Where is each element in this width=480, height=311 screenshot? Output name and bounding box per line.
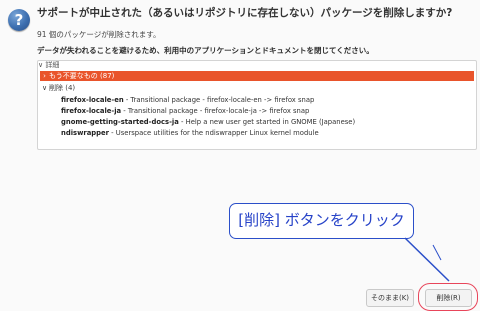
group-no-longer-needed[interactable]: › もう不要なもの (87) xyxy=(40,71,474,81)
package-name: firefox-locale-ja xyxy=(61,107,122,115)
group-remove[interactable]: ∨ 削除 (4) xyxy=(40,83,474,93)
package-description: - Userspace utilities for the ndiswrappe… xyxy=(109,129,319,137)
package-name: gnome-getting-started-docs-ja xyxy=(61,118,179,126)
package-row[interactable]: firefox-locale-en - Transitional package… xyxy=(61,95,314,105)
group-label: 削除 (4) xyxy=(49,84,76,92)
package-description: - Help a new user get started in GNOME (… xyxy=(178,118,356,126)
package-name: ndiswrapper xyxy=(61,129,109,137)
package-description: - Transitional package - firefox-locale-… xyxy=(121,107,310,115)
keep-button[interactable]: そのまま(K) xyxy=(366,289,414,307)
package-count-text: 91 個のパッケージが削除されます。 xyxy=(37,30,161,39)
details-panel: ∨ 詳細 › もう不要なもの (87) ∨ 削除 (4) firefox-local… xyxy=(37,60,477,150)
group-label: もう不要なもの (87) xyxy=(49,72,115,80)
package-row[interactable]: ndiswrapper - Userspace utilities for th… xyxy=(61,128,319,138)
annotation-callout: [削除] ボタンをクリック xyxy=(229,203,414,239)
package-row[interactable]: firefox-locale-ja - Transitional package… xyxy=(61,106,309,116)
chevron-right-icon: › xyxy=(43,72,46,80)
question-icon: ? xyxy=(8,9,30,31)
close-apps-warning: データが失われることを避けるため、利用中のアプリケーションとドキュメントを閉じて… xyxy=(37,46,374,55)
dialog-title: サポートが中止された（あるいはリポジトリに存在しない）パッケージを削除しますか? xyxy=(37,7,453,19)
package-row[interactable]: gnome-getting-started-docs-ja - Help a n… xyxy=(61,117,355,127)
details-toggle[interactable]: ∨ 詳細 xyxy=(38,60,59,69)
package-name: firefox-locale-en xyxy=(61,96,124,104)
package-description: - Transitional package - firefox-locale-… xyxy=(123,96,315,104)
chevron-down-icon: ∨ xyxy=(41,84,48,92)
delete-button[interactable]: 削除(R) xyxy=(425,289,472,307)
